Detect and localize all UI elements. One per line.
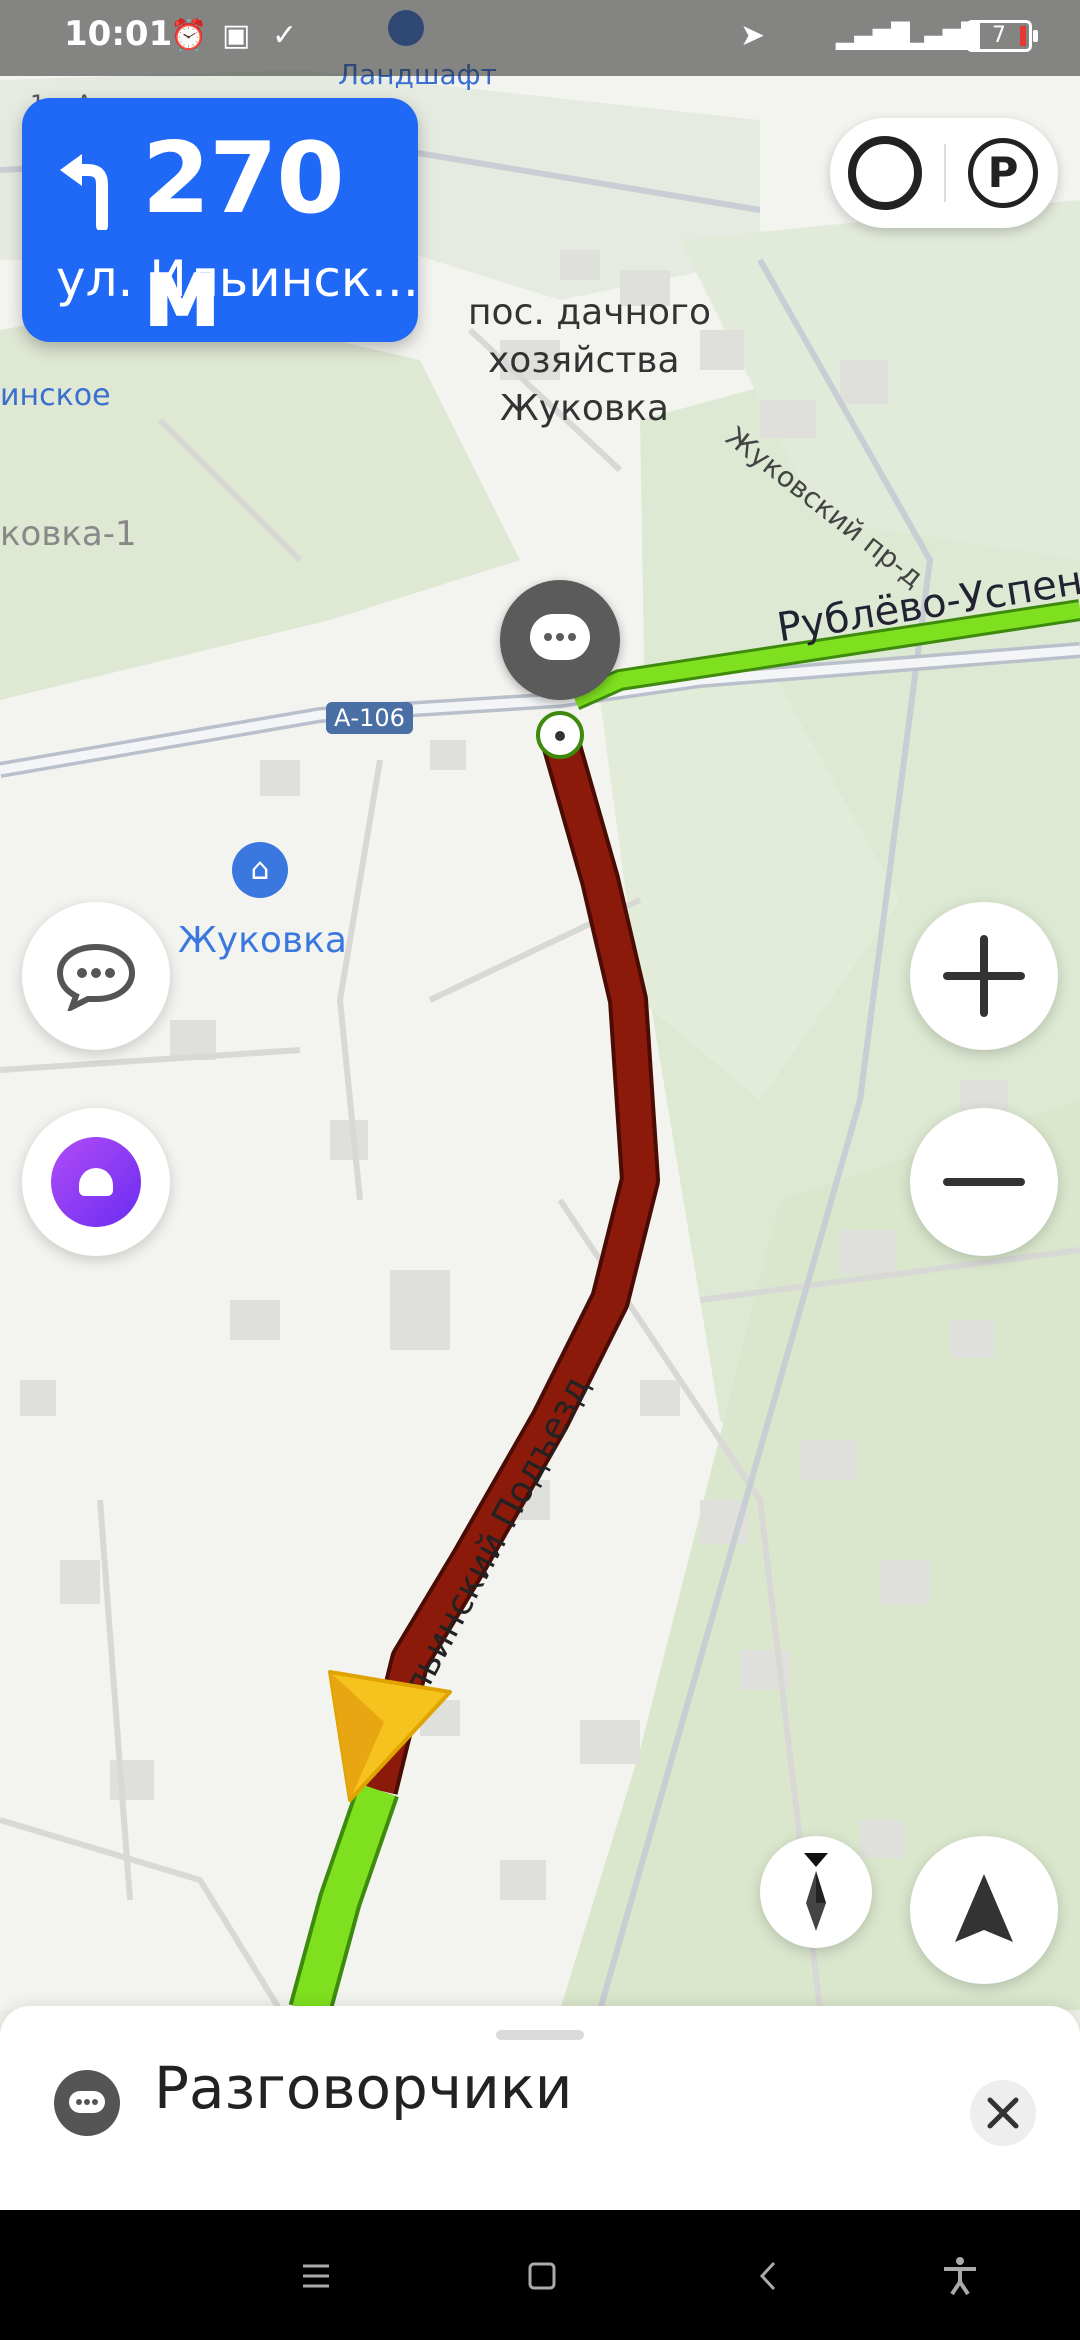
menu-icon xyxy=(303,2264,329,2288)
close-icon xyxy=(987,2097,1019,2129)
parking-button[interactable]: P xyxy=(968,138,1038,208)
route-chat-marker[interactable] xyxy=(500,580,620,700)
poi-icon-zhukovka: ⌂ xyxy=(232,842,288,898)
chat-button[interactable] xyxy=(22,902,170,1050)
home-icon xyxy=(528,2262,556,2290)
home-nav-button[interactable] xyxy=(512,2246,572,2306)
alice-icon xyxy=(51,1137,141,1227)
status-bar: 10:01 ⏰ ▣ ✓ ➤ ▂▄▆█ ▂▄▆█ 7 xyxy=(0,0,1080,76)
system-nav-bar xyxy=(0,2210,1080,2340)
sheet-handle[interactable] xyxy=(496,2030,584,2040)
a106-shield: А-106 xyxy=(326,702,413,734)
chat-icon xyxy=(56,943,136,1011)
sheet-title: Разговорчики xyxy=(154,2054,573,2122)
compass-button[interactable] xyxy=(760,1836,872,1948)
close-button[interactable] xyxy=(970,2080,1036,2146)
parking-icon: P xyxy=(987,148,1019,197)
zoom-out-button[interactable] xyxy=(910,1108,1058,1256)
notification-icon: ▣ xyxy=(222,18,251,53)
navigation-arrow-icon xyxy=(955,1874,1013,1942)
map-label-zhukovka-1: ковка-1 xyxy=(0,514,137,554)
map-label-settlement-2: хозяйства xyxy=(488,340,680,381)
minus-icon xyxy=(943,1178,1025,1186)
map-label-ilinskoe: инское xyxy=(0,378,111,413)
navigation-location-icon: ➤ xyxy=(740,18,766,53)
status-time: 10:01 xyxy=(64,14,173,54)
battery-icon: 7 xyxy=(966,20,1038,52)
turn-left-icon xyxy=(60,154,108,230)
follow-location-button[interactable] xyxy=(910,1836,1058,1984)
back-icon xyxy=(759,2261,776,2291)
plus-icon xyxy=(943,935,1025,1017)
battery-level: 7 xyxy=(992,23,1006,48)
map-label-settlement-3: Жуковка xyxy=(500,388,669,429)
menu-nav-button[interactable] xyxy=(286,2246,346,2306)
map-label-settlement-1: пос. дачного xyxy=(468,292,711,333)
check-icon: ✓ xyxy=(272,18,298,53)
zoom-in-button[interactable] xyxy=(910,902,1058,1050)
chat-icon xyxy=(54,2070,120,2136)
accessibility-nav-button[interactable] xyxy=(930,2246,990,2306)
compass-icon xyxy=(804,1853,828,1931)
map-label-zhukovka-poi: Жуковка xyxy=(178,920,347,961)
accessibility-icon xyxy=(944,2257,976,2296)
maneuver-street: ул. Ильинск... xyxy=(56,250,419,308)
maneuver-distance: 270 м xyxy=(142,122,345,350)
a106-label: А-106 xyxy=(334,704,405,732)
alice-button[interactable] xyxy=(22,1108,170,1256)
alice-ring-button[interactable] xyxy=(848,136,922,210)
back-nav-button[interactable] xyxy=(738,2246,798,2306)
top-right-controls: P xyxy=(830,118,1058,228)
bottom-sheet[interactable]: Разговорчики xyxy=(0,2006,1080,2210)
alarm-icon: ⏰ xyxy=(170,18,208,53)
signal-icon: ▂▄▆█ xyxy=(836,22,910,50)
user-location-arrow-icon xyxy=(328,1670,452,1802)
maneuver-card[interactable]: 270 м ул. Ильинск... xyxy=(22,98,419,350)
